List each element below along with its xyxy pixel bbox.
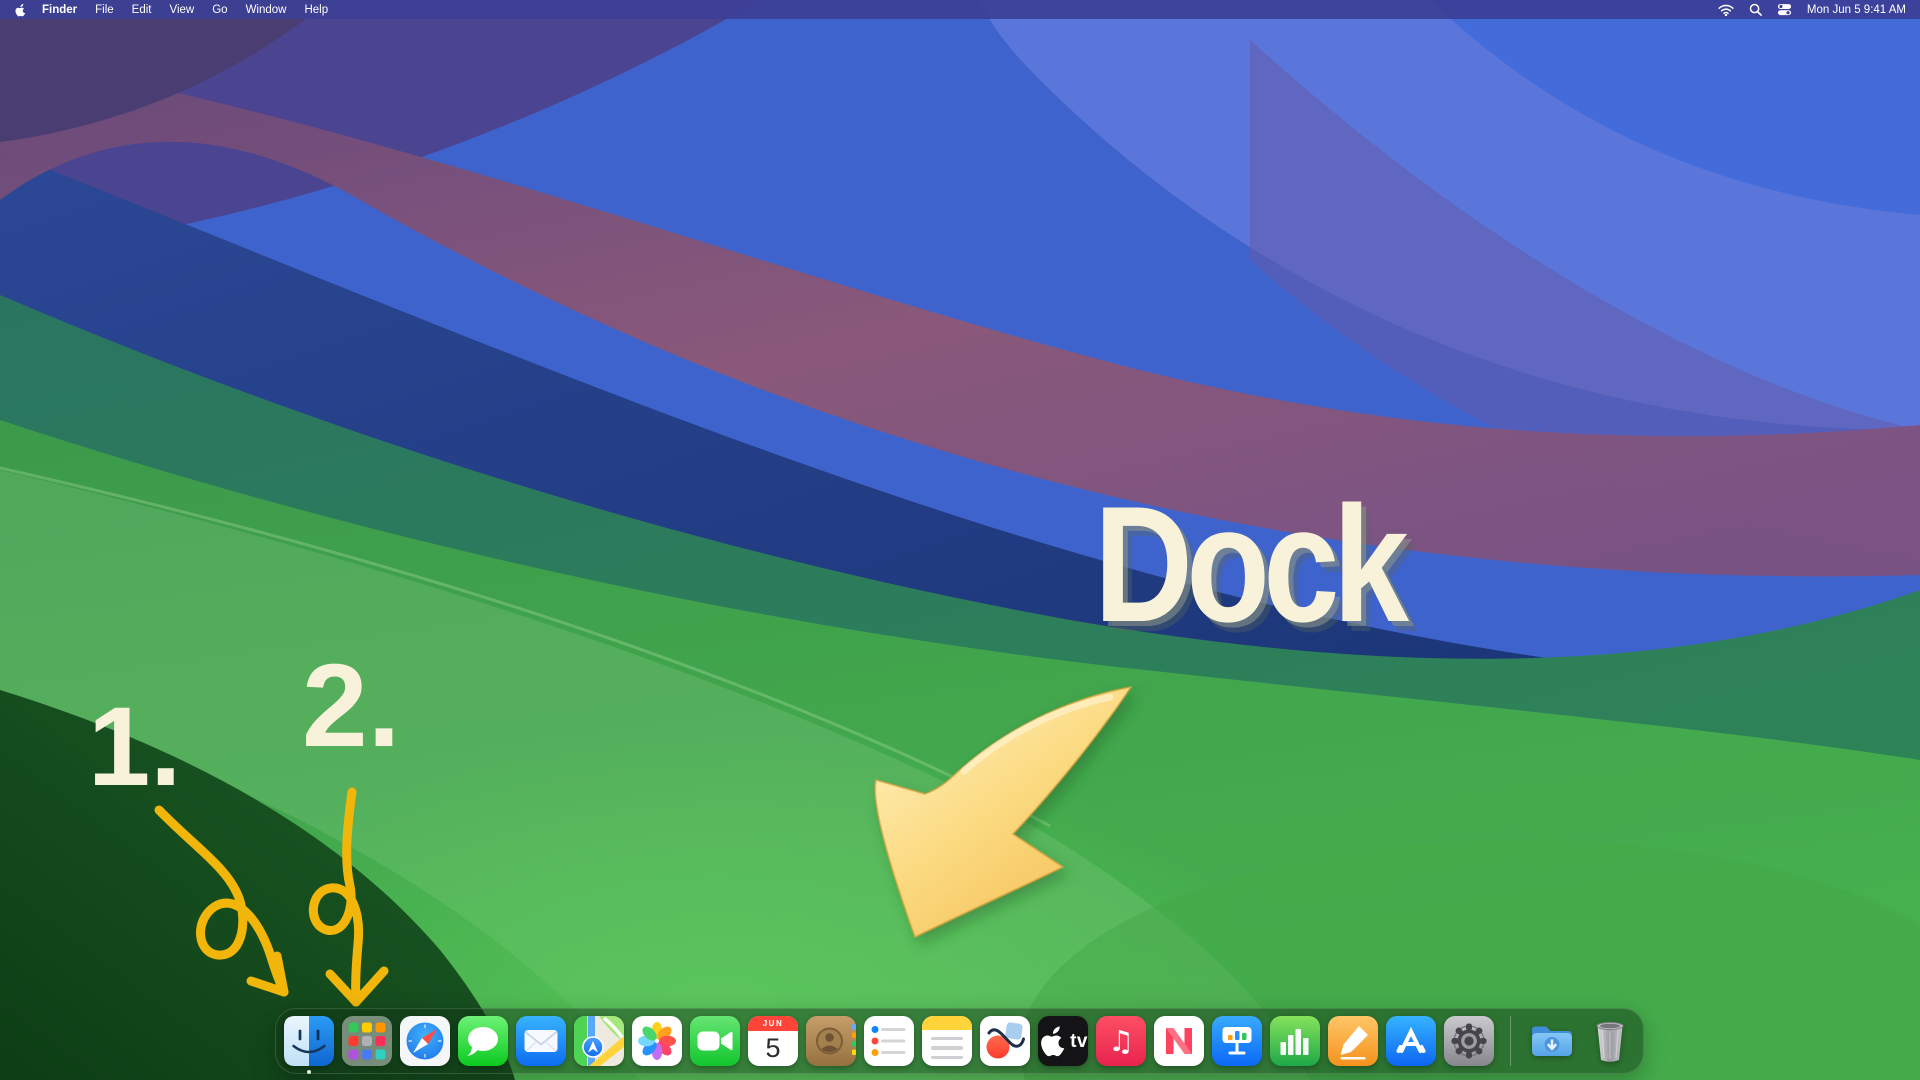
dock-item-maps[interactable] [574,1016,624,1066]
calendar-day: 5 [748,1031,798,1066]
dock-label: Dock [1094,470,1402,659]
music-note-icon: ♫ [1108,1027,1134,1056]
menu-item-view[interactable]: View [161,4,204,16]
dock-item-notes[interactable] [922,1016,972,1066]
menu-item-edit[interactable]: Edit [123,4,161,16]
dock-item-contacts[interactable] [806,1016,856,1066]
apple-logo-small [1038,1016,1068,1066]
dock: JUN 5 [275,1008,1644,1074]
dock-item-mail[interactable] [516,1016,566,1066]
dock-item-numbers[interactable] [1270,1016,1320,1066]
dock-separator [1510,1016,1511,1066]
running-indicator [307,1070,311,1074]
dock-item-photos[interactable] [632,1016,682,1066]
dock-item-safari[interactable] [400,1016,450,1066]
menu-item-help[interactable]: Help [295,4,337,16]
dock-item-music[interactable]: ♫ [1096,1016,1146,1066]
dock-item-downloads[interactable] [1527,1016,1577,1066]
search-icon[interactable] [1749,3,1762,16]
dock-item-launchpad[interactable] [342,1016,392,1066]
dock-item-facetime[interactable] [690,1016,740,1066]
apple-menu-icon[interactable] [14,2,27,18]
menu-item-go[interactable]: Go [203,4,236,16]
dock-item-calendar[interactable]: JUN 5 [748,1016,798,1066]
menu-item-window[interactable]: Window [237,4,296,16]
menu-item-file[interactable]: File [86,4,123,16]
dock-item-system-settings[interactable] [1444,1016,1494,1066]
control-center-icon[interactable] [1777,2,1792,17]
step-1-label: 1. [88,682,181,811]
dock-item-keynote[interactable] [1212,1016,1262,1066]
dock-item-tv[interactable]: tv [1038,1016,1088,1066]
notes-yellow-band [922,1016,972,1030]
dock-item-news[interactable] [1154,1016,1204,1066]
calendar-month: JUN [748,1016,798,1031]
desktop-wallpaper [0,0,1920,1080]
menu-item-finder[interactable]: Finder [33,4,86,16]
dock-item-reminders[interactable] [864,1016,914,1066]
step-2-label: 2. [302,638,400,774]
menu-bar: Finder File Edit View Go Window Help [0,0,1920,19]
tv-label: tv [1070,1032,1088,1051]
menubar-clock[interactable]: Mon Jun 5 9:41 AM [1807,4,1906,16]
dock-item-app-store[interactable] [1386,1016,1436,1066]
dock-item-freeform[interactable] [980,1016,1030,1066]
dock-item-pages[interactable] [1328,1016,1378,1066]
dock-item-messages[interactable] [458,1016,508,1066]
dock-item-finder[interactable] [284,1016,334,1066]
wifi-icon[interactable] [1718,4,1734,16]
dock-item-trash[interactable] [1585,1016,1635,1066]
